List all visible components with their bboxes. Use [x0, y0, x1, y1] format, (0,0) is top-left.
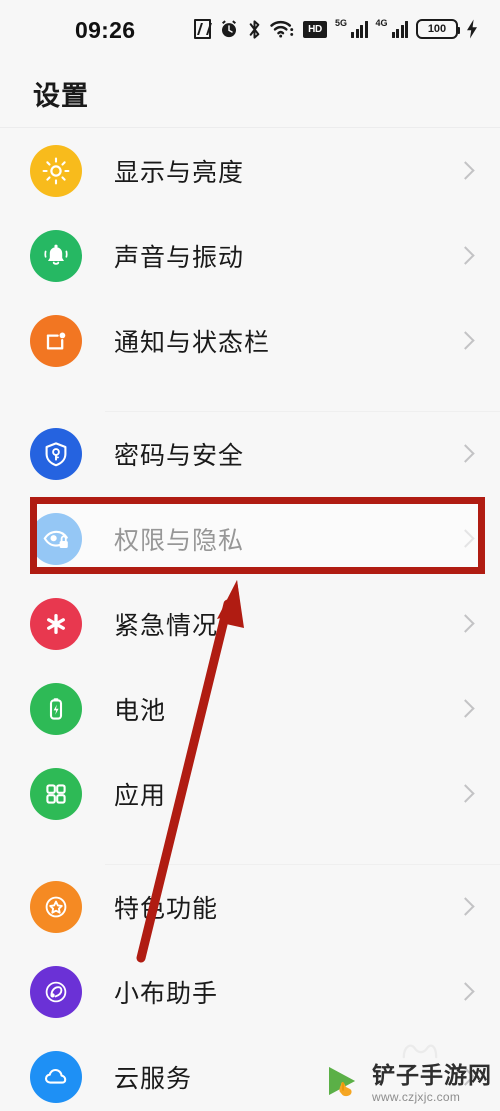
settings-row-features[interactable]: 特色功能 [0, 864, 500, 949]
settings-row-label: 紧急情况 [114, 611, 219, 640]
page-header: 设置 [0, 60, 500, 128]
settings-row-label: 显示与亮度 [114, 158, 245, 187]
settings-list: 显示与亮度 声音与振动 通知与状态栏 密码与安全 权限与隐私 紧急情况 电池 应… [0, 128, 500, 1111]
phone-screen: 09:26 HD 5G 4G 100 设置 显示与亮度 声音与振动 通知与状态栏… [0, 0, 500, 1111]
signal-4g-label: 4G [375, 18, 388, 28]
battery-icon: 100 [416, 19, 460, 39]
nfc-icon [194, 19, 211, 39]
settings-row-label: 通知与状态栏 [114, 328, 271, 357]
settings-row-battery[interactable]: 电池 [0, 666, 500, 751]
chevron-right-icon [458, 244, 472, 268]
assistant-icon [30, 965, 82, 1018]
settings-row-label: 特色功能 [114, 894, 219, 923]
settings-row-notifications[interactable]: 通知与状态栏 [0, 298, 500, 383]
shield-key-icon [30, 427, 82, 480]
bluetooth-icon [247, 19, 262, 40]
settings-row-label: 小布助手 [114, 979, 219, 1008]
watermark-swirl-decoration [402, 1044, 438, 1059]
chevron-right-icon [458, 980, 472, 1004]
chevron-right-icon [458, 782, 472, 806]
settings-row-apps[interactable]: 应用 [0, 751, 500, 836]
status-time: 09:26 [75, 17, 136, 43]
chevron-right-icon [458, 895, 472, 919]
notification-icon [30, 314, 82, 367]
watermark: 铲子手游网 www.czjxjc.com [321, 1061, 492, 1105]
settings-row-security[interactable]: 密码与安全 [0, 411, 500, 496]
settings-row-emergency[interactable]: 紧急情况 [0, 581, 500, 666]
eye-lock-icon [30, 512, 82, 565]
signal-4g-icon: 4G [375, 18, 408, 38]
settings-row-label: 应用 [114, 781, 167, 810]
settings-row-label: 云服务 [114, 1064, 193, 1093]
battery-level-label: 100 [427, 23, 447, 35]
settings-row-label: 权限与隐私 [114, 526, 245, 555]
alarm-icon [219, 19, 239, 39]
cloud-icon [30, 1050, 82, 1103]
bell-icon [30, 229, 82, 282]
chevron-right-icon [458, 442, 472, 466]
charging-icon [466, 19, 478, 39]
signal-5g-label: 5G [335, 18, 348, 28]
settings-row-label: 电池 [114, 696, 167, 725]
chevron-right-icon [458, 329, 472, 353]
wifi-icon [270, 19, 295, 39]
settings-row-assistant[interactable]: 小布助手 [0, 949, 500, 1034]
emergency-icon [30, 597, 82, 650]
page-title: 设置 [33, 81, 89, 111]
watermark-text: 铲子手游网 www.czjxjc.com [372, 1061, 492, 1104]
hd-voice-icon: HD [303, 20, 327, 38]
chevron-right-icon [458, 527, 472, 551]
settings-row-sound[interactable]: 声音与振动 [0, 213, 500, 298]
settings-group-2: 密码与安全 权限与隐私 紧急情况 电池 应用 [0, 411, 500, 864]
chevron-right-icon [458, 697, 472, 721]
apps-grid-icon [30, 767, 82, 820]
chevron-right-icon [458, 159, 472, 183]
settings-row-display[interactable]: 显示与亮度 [0, 128, 500, 213]
status-bar: 09:26 HD 5G 4G 100 [0, 0, 500, 60]
settings-row-label: 声音与振动 [114, 243, 245, 272]
battery-icon [30, 682, 82, 735]
brightness-icon [30, 144, 82, 197]
watermark-logo-icon [321, 1061, 365, 1105]
star-circle-icon [30, 880, 82, 933]
status-icon-tray: HD 5G 4G 100 [194, 14, 478, 44]
signal-5g-icon: 5G [335, 18, 368, 38]
watermark-url: www.czjxjc.com [372, 1089, 461, 1104]
settings-row-permissions-privacy[interactable]: 权限与隐私 [0, 496, 500, 581]
settings-group-1: 显示与亮度 声音与振动 通知与状态栏 [0, 128, 500, 411]
settings-row-label: 密码与安全 [114, 441, 245, 470]
chevron-right-icon [458, 612, 472, 636]
watermark-title: 铲子手游网 [372, 1061, 492, 1088]
